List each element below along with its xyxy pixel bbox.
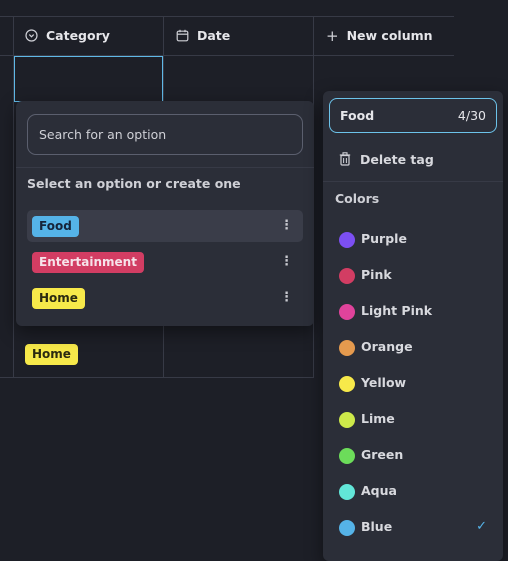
active-cell[interactable] <box>14 56 163 102</box>
check-icon: ✓ <box>476 519 487 534</box>
more-icon[interactable]: ⋮ <box>280 254 293 270</box>
more-icon[interactable]: ⋮ <box>280 290 293 306</box>
color-option-light-pink[interactable]: Light Pink <box>323 294 503 330</box>
color-swatch <box>339 484 355 500</box>
option-item-entertainment[interactable]: Entertainment ⋮ <box>27 246 303 278</box>
color-swatch <box>339 376 355 392</box>
color-swatch <box>339 448 355 464</box>
color-label: Yellow <box>361 375 407 390</box>
option-tag: Food <box>32 216 79 237</box>
add-column-label: New column <box>346 28 433 43</box>
divider <box>16 167 314 168</box>
color-label: Blue <box>361 519 393 534</box>
column-header-label: Date <box>197 28 231 43</box>
color-swatch <box>339 340 355 356</box>
color-label: Light Pink <box>361 303 433 318</box>
column-header-label: Category <box>46 28 110 43</box>
column-header-category[interactable]: Category <box>25 16 110 55</box>
color-swatch <box>339 232 355 248</box>
tag-chip: Home <box>25 344 78 365</box>
color-label: Aqua <box>361 483 397 498</box>
color-option-orange[interactable]: Orange <box>323 330 503 366</box>
delete-tag-label: Delete tag <box>360 151 434 167</box>
option-dropdown: Select an option or create one Food ⋮ En… <box>16 101 314 326</box>
color-option-lime[interactable]: Lime <box>323 402 503 438</box>
tag-name-value: Food <box>340 108 375 123</box>
tag-name-input[interactable]: Food 4/30 <box>329 98 497 133</box>
char-count: 4/30 <box>457 108 486 123</box>
option-tag: Home <box>32 288 85 309</box>
color-label: Lime <box>361 411 395 426</box>
calendar-icon <box>176 29 189 42</box>
color-option-yellow[interactable]: Yellow <box>323 366 503 402</box>
color-option-purple[interactable]: Purple <box>323 222 503 258</box>
option-item-home[interactable]: Home ⋮ <box>27 282 303 314</box>
colors-heading: Colors <box>335 191 380 206</box>
option-search-input[interactable] <box>27 114 303 155</box>
option-item-food[interactable]: Food ⋮ <box>27 210 303 242</box>
color-option-pink[interactable]: Pink <box>323 258 503 294</box>
select-icon <box>25 29 38 42</box>
color-swatch <box>339 412 355 428</box>
option-tag: Entertainment <box>32 252 144 273</box>
color-label: Pink <box>361 267 392 282</box>
color-swatch <box>339 520 355 536</box>
row-divider <box>0 377 314 378</box>
color-option-blue[interactable]: Blue ✓ <box>323 510 503 546</box>
trash-icon <box>339 152 351 166</box>
color-option-green[interactable]: Green <box>323 438 503 474</box>
divider <box>323 181 503 182</box>
color-label: Orange <box>361 339 413 354</box>
plus-icon: + <box>326 26 339 45</box>
column-header-date[interactable]: Date <box>176 16 230 55</box>
delete-tag-button[interactable]: Delete tag <box>339 149 489 169</box>
option-hint: Select an option or create one <box>27 176 241 191</box>
color-label: Purple <box>361 231 407 246</box>
color-label: Green <box>361 447 404 462</box>
tag-editor-panel: Food 4/30 Delete tag Colors Purple Pink … <box>323 91 503 561</box>
more-icon[interactable]: ⋮ <box>280 218 293 234</box>
add-column-button[interactable]: + New column <box>326 16 433 55</box>
color-swatch <box>339 268 355 284</box>
color-swatch <box>339 304 355 320</box>
table-cell-category[interactable]: Home <box>25 344 78 365</box>
color-option-aqua[interactable]: Aqua <box>323 474 503 510</box>
